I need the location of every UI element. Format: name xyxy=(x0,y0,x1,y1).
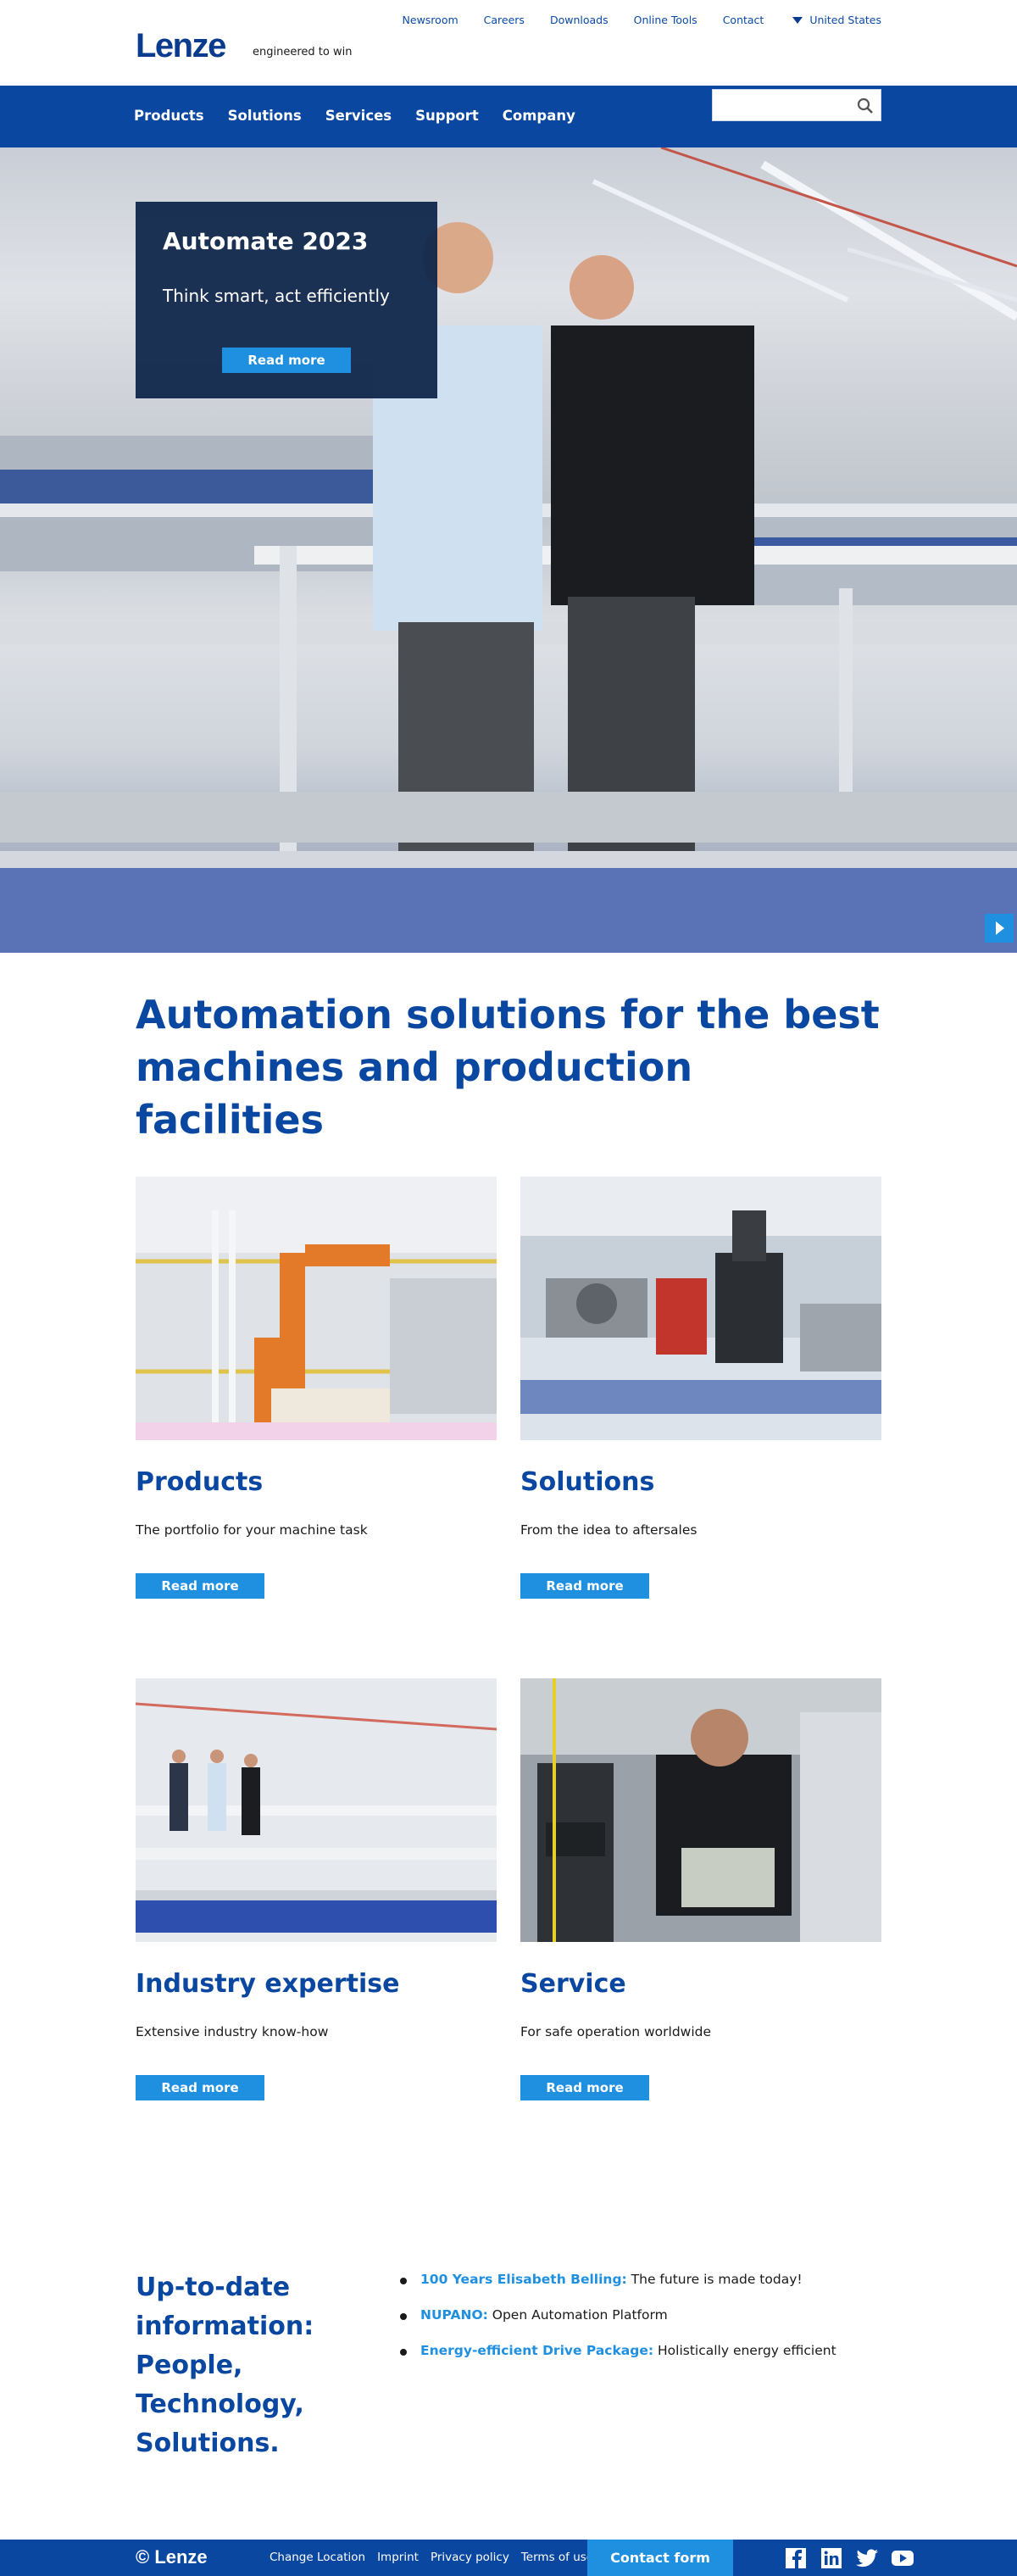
footer-link-change-location[interactable]: Change Location xyxy=(270,2551,365,2564)
news-link[interactable]: Energy-efficient Drive Package: xyxy=(420,2343,653,2358)
search-box xyxy=(712,89,881,121)
contact-form-button[interactable]: Contact form xyxy=(587,2540,733,2576)
main-nav: Products Solutions Services Support Comp… xyxy=(0,86,1017,147)
hero-subtitle: Think smart, act efficiently xyxy=(163,286,390,306)
toplink-downloads[interactable]: Downloads xyxy=(550,14,609,26)
tagline: engineered to win xyxy=(253,46,353,58)
nav-products[interactable]: Products xyxy=(134,108,204,124)
footer-link-imprint[interactable]: Imprint xyxy=(377,2551,419,2564)
top-links: Newsroom Careers Downloads Online Tools … xyxy=(377,14,881,26)
card-service: Service For safe operation worldwide Rea… xyxy=(520,1678,881,2100)
card-service-title[interactable]: Service xyxy=(520,1969,881,1999)
card-service-read-more-button[interactable]: Read more xyxy=(520,2075,649,2100)
toplink-online-tools[interactable]: Online Tools xyxy=(634,14,697,26)
news-text: Holistically energy efficient xyxy=(653,2343,836,2358)
location-label: United States xyxy=(809,14,881,26)
card-service-text: For safe operation worldwide xyxy=(520,2024,712,2039)
nav-company[interactable]: Company xyxy=(503,108,575,124)
footer-logo: © Lenze xyxy=(136,2546,208,2568)
footer-link-terms[interactable]: Terms of use xyxy=(521,2551,593,2564)
news-text: The future is made today! xyxy=(626,2272,803,2287)
toplink-contact[interactable]: Contact xyxy=(723,14,764,26)
footer: © Lenze Change Location Imprint Privacy … xyxy=(0,2540,1017,2576)
hero-card: Automate 2023 Think smart, act efficient… xyxy=(136,202,437,398)
card-service-image[interactable] xyxy=(520,1678,881,1942)
hero-title: Automate 2023 xyxy=(163,227,369,255)
location-selector[interactable]: United States xyxy=(792,14,881,26)
hero-read-more-button[interactable]: Read more xyxy=(222,348,351,373)
social-links xyxy=(783,2547,915,2569)
nav-services[interactable]: Services xyxy=(325,108,392,124)
lenze-logo[interactable]: Lenze xyxy=(136,27,226,65)
news-list: 100 Years Elisabeth Belling: The future … xyxy=(400,2272,836,2378)
list-item: 100 Years Elisabeth Belling: The future … xyxy=(400,2272,836,2287)
top-bar: Lenze engineered to win Newsroom Careers… xyxy=(0,0,1017,86)
page-headline: Automation solutions for the best machin… xyxy=(136,992,880,1143)
card-industry-read-more-button[interactable]: Read more xyxy=(136,2075,264,2100)
card-products-image[interactable] xyxy=(136,1177,497,1440)
list-item: NUPANO: Open Automation Platform xyxy=(400,2307,836,2323)
list-item: Energy-efficient Drive Package: Holistic… xyxy=(400,2343,836,2358)
search-input[interactable] xyxy=(713,90,848,119)
card-products-title[interactable]: Products xyxy=(136,1467,497,1497)
card-industry-expertise: Industry expertise Extensive industry kn… xyxy=(136,1678,497,2100)
card-solutions-text: From the idea to aftersales xyxy=(520,1522,697,1538)
hero-banner: Automate 2023 Think smart, act efficient… xyxy=(0,147,1017,953)
chevron-right-icon xyxy=(996,921,1004,935)
news-text: Open Automation Platform xyxy=(487,2307,668,2323)
card-industry-image[interactable] xyxy=(136,1678,497,1942)
card-solutions-image[interactable] xyxy=(520,1177,881,1440)
toplink-newsroom[interactable]: Newsroom xyxy=(403,14,458,26)
news-link[interactable]: NUPANO: xyxy=(420,2307,488,2323)
card-industry-text: Extensive industry know-how xyxy=(136,2024,329,2039)
search-icon[interactable] xyxy=(857,97,874,114)
info-title: Up-to-date information: People, Technolo… xyxy=(136,2273,314,2458)
twitter-icon[interactable] xyxy=(854,2547,880,2569)
youtube-icon[interactable] xyxy=(890,2547,915,2569)
caret-down-icon xyxy=(792,16,803,24)
footer-link-privacy[interactable]: Privacy policy xyxy=(431,2551,509,2564)
card-solutions-title[interactable]: Solutions xyxy=(520,1467,881,1497)
nav-support[interactable]: Support xyxy=(415,108,479,124)
card-solutions-read-more-button[interactable]: Read more xyxy=(520,1573,649,1599)
slider-next-button[interactable] xyxy=(985,914,1014,943)
card-industry-title[interactable]: Industry expertise xyxy=(136,1969,497,1999)
linkedin-icon[interactable] xyxy=(819,2547,844,2569)
card-products-read-more-button[interactable]: Read more xyxy=(136,1573,264,1599)
nav-solutions[interactable]: Solutions xyxy=(228,108,302,124)
card-products: Products The portfolio for your machine … xyxy=(136,1177,497,1599)
news-link[interactable]: 100 Years Elisabeth Belling: xyxy=(420,2272,627,2287)
card-products-text: The portfolio for your machine task xyxy=(136,1522,368,1538)
facebook-icon[interactable] xyxy=(783,2547,809,2569)
card-solutions: Solutions From the idea to aftersales Re… xyxy=(520,1177,881,1599)
toplink-careers[interactable]: Careers xyxy=(484,14,525,26)
